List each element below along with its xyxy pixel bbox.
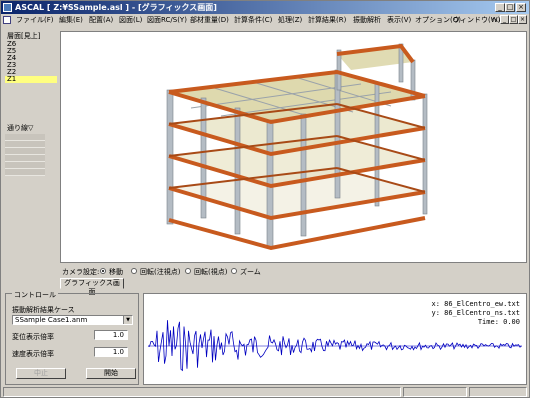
analysis-case-select[interactable]: SSample Case1.anm ▼ xyxy=(12,315,133,325)
camera-rotate-target-label[interactable]: 回転(注視点) xyxy=(140,267,180,277)
disp-scale-input[interactable]: 1.0 xyxy=(94,330,128,340)
menu-calc-conditions[interactable]: 計算条件(C) xyxy=(234,15,272,25)
grid-line-slot[interactable] xyxy=(5,169,45,176)
grid-lines-label[interactable]: 通り線▽ xyxy=(7,123,33,133)
camera-label: カメラ設定: xyxy=(62,268,100,276)
wave-x-file: x: 86_ElCentro_ew.txt xyxy=(431,300,520,308)
menu-drawing-rcs[interactable]: 図面RC/S(Y) xyxy=(147,15,187,25)
start-button[interactable]: 開始 xyxy=(86,368,136,379)
wave-y-file: y: 86_ElCentro_ns.txt xyxy=(431,309,520,317)
window-title: ASCAL [ Z:¥SSample.asl ] - [グラフィックス画面] xyxy=(15,3,217,12)
analysis-case-label: 振動解析結果ケース xyxy=(12,306,75,314)
menu-process[interactable]: 処理(Z) xyxy=(278,15,302,25)
menu-member-weight[interactable]: 部材重量(D) xyxy=(190,15,229,25)
floor-item-z1[interactable]: Z1 xyxy=(5,76,57,83)
disp-scale-label: 変位表示倍率 xyxy=(12,333,54,341)
menu-vibration-analysis[interactable]: 振動解析 xyxy=(353,15,381,25)
chevron-down-icon[interactable]: ▼ xyxy=(123,316,132,324)
grid-line-slot[interactable] xyxy=(5,162,45,169)
camera-rotate-view-radio[interactable] xyxy=(185,268,191,274)
document-icon[interactable] xyxy=(3,16,11,24)
control-panel: コントロール 振動解析結果ケース SSample Case1.anm ▼ 変位表… xyxy=(5,290,139,385)
camera-move-label[interactable]: 移動 xyxy=(109,267,123,277)
ground-motion-panel: x: 86_ElCentro_ew.txt y: 86_ElCentro_ns.… xyxy=(143,293,527,385)
minimize-button[interactable]: _ xyxy=(495,3,505,12)
control-legend: コントロール xyxy=(12,290,58,300)
graphics-viewport[interactable] xyxy=(60,31,527,263)
stop-button[interactable]: 中止 xyxy=(16,368,66,379)
menu-edit[interactable]: 編集(E) xyxy=(59,15,83,25)
app-icon xyxy=(3,3,12,12)
menu-file[interactable]: ファイル(F) xyxy=(16,15,54,25)
building-3d-model xyxy=(166,43,428,251)
camera-settings: カメラ設定: 移動 回転(注視点) 回転(視点) ズーム xyxy=(60,265,527,277)
app-window: ASCAL [ Z:¥SSample.asl ] - [グラフィックス画面] _… xyxy=(0,0,530,398)
tab-graphics[interactable]: グラフィックス画面 xyxy=(60,278,124,296)
speed-scale-input[interactable]: 1.0 xyxy=(94,347,128,357)
left-panel: 層面[見上] Z6 Z5 Z4 Z3 Z2 Z1 通り線▽ xyxy=(5,29,57,265)
camera-move-radio[interactable] xyxy=(100,268,106,274)
slab-layer xyxy=(169,46,425,218)
camera-zoom-radio[interactable] xyxy=(231,268,237,274)
title-bar[interactable]: ASCAL [ Z:¥SSample.asl ] - [グラフィックス画面] _… xyxy=(1,1,529,14)
doc-minimize-button[interactable]: _ xyxy=(500,15,509,24)
doc-close-button[interactable]: × xyxy=(518,15,527,24)
menu-drawing[interactable]: 図面(L) xyxy=(119,15,142,25)
menu-view[interactable]: 表示(V) xyxy=(387,15,411,25)
camera-rotate-view-label[interactable]: 回転(視点) xyxy=(194,267,227,277)
status-cell-main xyxy=(3,387,401,397)
camera-zoom-label[interactable]: ズーム xyxy=(240,267,261,277)
status-cell xyxy=(403,387,467,397)
speed-scale-label: 速度表示倍率 xyxy=(12,350,54,358)
grid-line-slot[interactable] xyxy=(5,155,45,162)
camera-rotate-target-radio[interactable] xyxy=(131,268,137,274)
status-bar xyxy=(3,387,527,397)
grid-line-slot[interactable] xyxy=(5,141,45,148)
doc-restore-button[interactable]: □ xyxy=(509,15,518,24)
menu-bar: ファイル(F) 編集(E) 配置(A) 図面(L) 図面RC/S(Y) 部材重量… xyxy=(1,14,529,26)
menu-calc-results[interactable]: 計算結果(R) xyxy=(308,15,346,25)
status-cell xyxy=(469,387,527,397)
close-button[interactable]: × xyxy=(516,3,526,12)
maximize-button[interactable]: □ xyxy=(505,3,515,12)
analysis-case-value: SSample Case1.anm xyxy=(15,316,88,324)
menu-layout[interactable]: 配置(A) xyxy=(89,15,113,25)
grid-line-slot[interactable] xyxy=(5,134,45,141)
grid-line-slot[interactable] xyxy=(5,148,45,155)
wave-time: Time: 0.00 xyxy=(477,318,520,326)
